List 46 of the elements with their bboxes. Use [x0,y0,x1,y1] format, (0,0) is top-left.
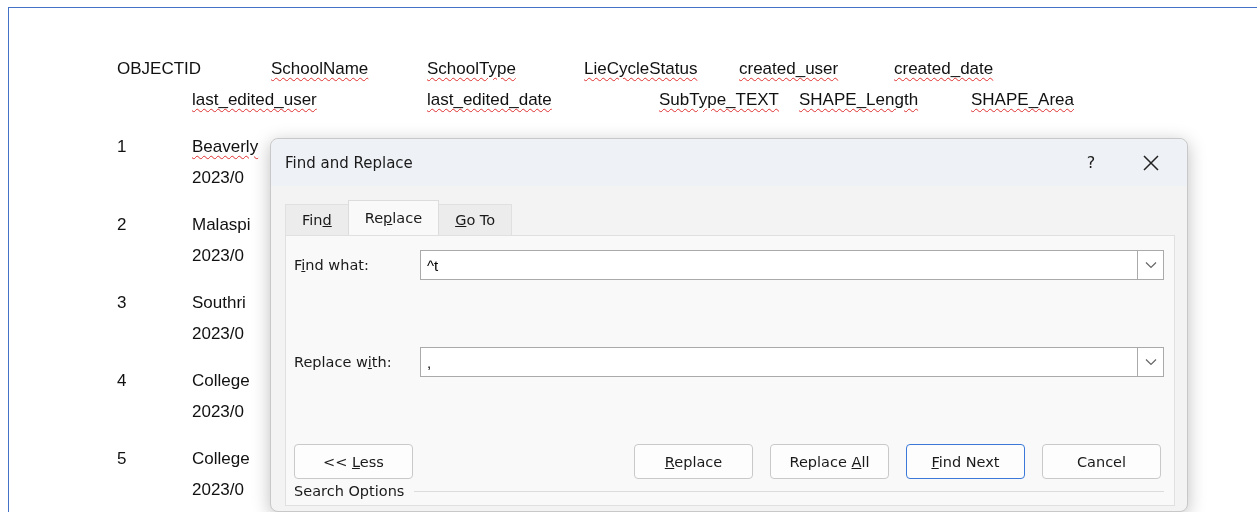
dialog-button[interactable]: << Less [294,444,413,479]
dropdown-button[interactable] [1137,347,1164,377]
row-number: 1 [117,136,128,157]
column-heading: created_date [894,58,994,79]
dialog-button[interactable]: Replace All [770,444,889,479]
row-number: 2 [117,214,128,235]
tab[interactable]: Find [285,204,349,235]
field-label: Find what: [294,257,370,273]
column-heading: last_edited_user [192,89,318,110]
column-heading: last_edited_date [427,89,553,110]
dialog-button[interactable]: Cancel [1042,444,1161,479]
column-heading: SHAPE_Area [971,89,1074,110]
column-heading: OBJECTID [117,58,203,79]
text-field[interactable]: ^t [420,250,1137,280]
school-name: Southri [192,292,246,313]
dialog-button[interactable]: Replace [634,444,753,479]
chevron-down-icon [1144,261,1157,269]
row-number: 5 [117,448,128,469]
date-text: 2023/0 [192,167,244,188]
column-heading: SchoolName [271,58,370,79]
column-heading: SHAPE_Length [799,89,920,110]
school-name: College [192,370,250,391]
column-heading: SchoolType [427,58,517,79]
tab[interactable]: Go To [438,204,513,235]
dialog-title: Find and Replace [285,153,414,172]
school-name: College [192,448,250,469]
school-name: Malaspi [192,214,251,235]
dropdown-button[interactable] [1137,250,1164,280]
school-name: Beaverly [192,136,259,157]
row-number: 3 [117,292,128,313]
section-label: Search Options [294,483,405,499]
help-button[interactable]: ? [1071,153,1111,172]
date-text: 2023/0 [192,401,244,422]
chevron-down-icon [1144,358,1157,366]
column-heading: created_user [739,58,840,79]
column-heading: SubType_TEXT [659,89,780,110]
date-text: 2023/0 [192,479,244,500]
dialog-button[interactable]: Find Next [906,444,1025,479]
close-icon[interactable] [1141,152,1161,173]
row-number: 4 [117,370,128,391]
date-text: 2023/0 [192,323,244,344]
column-heading: LieCycleStatus [584,58,699,79]
field-label: Replace with: [294,354,393,370]
text-field[interactable]: , [420,347,1137,377]
tab[interactable]: Replace [347,200,440,235]
date-text: 2023/0 [192,245,244,266]
